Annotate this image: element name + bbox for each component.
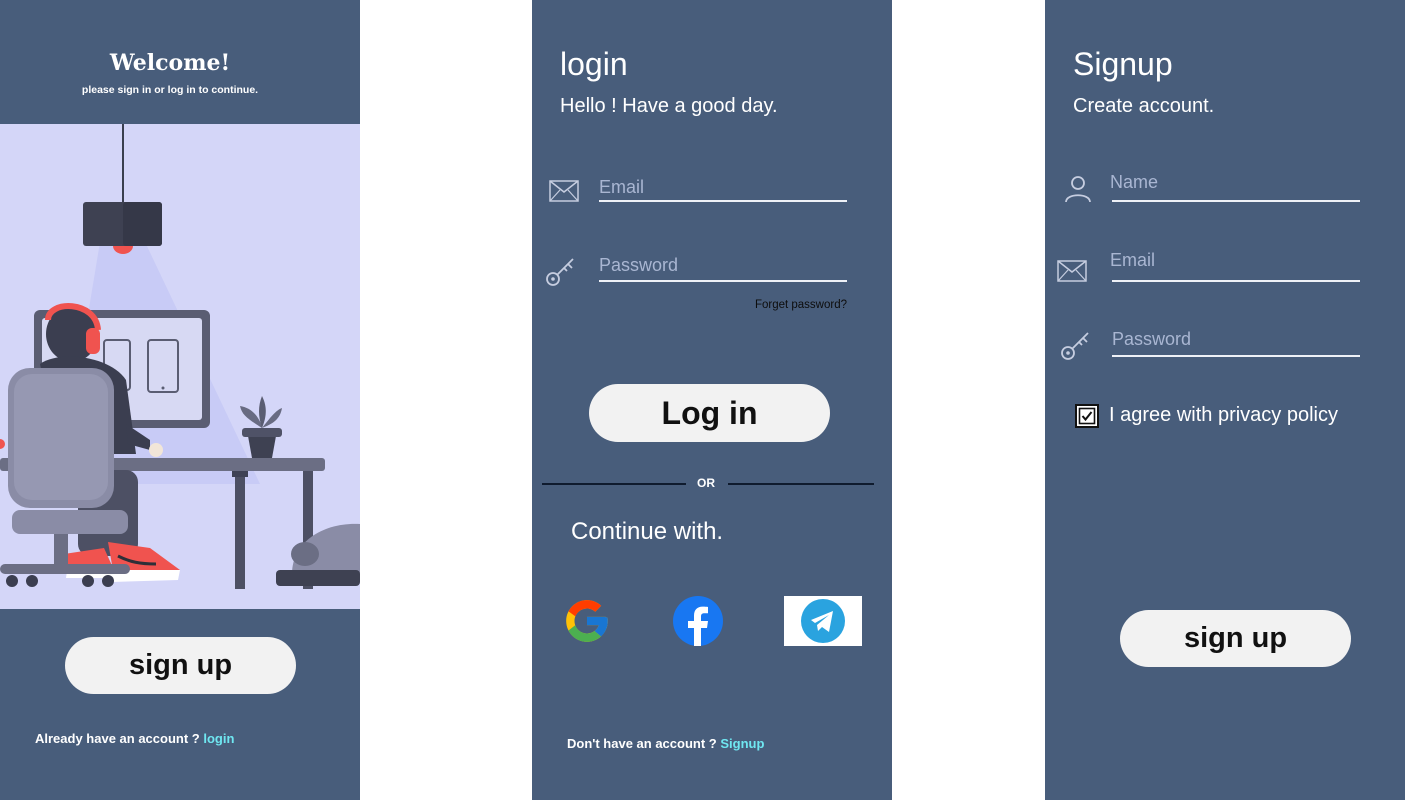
password-field[interactable]: Password [599,255,678,276]
signup-button[interactable]: sign up [65,637,296,694]
signup-link[interactable]: Signup [720,736,764,751]
login-prompt: Already have an account ? login [35,731,234,746]
signup-button[interactable]: sign up [1120,610,1351,667]
privacy-label: I agree with privacy policy [1109,404,1338,426]
email-underline [599,200,847,202]
forgot-password-link[interactable]: Forget password? [755,299,847,311]
google-icon[interactable] [562,596,612,646]
welcome-subtitle: please sign in or log in to continue. [81,84,259,96]
page-title: Signup [1073,46,1173,82]
signup-prompt: Don't have an account ? Signup [567,736,764,751]
key-icon [546,258,574,286]
signup-prompt-text: Don't have an account ? [567,736,717,751]
password-field[interactable]: Password [1112,329,1191,350]
name-field[interactable]: Name [1110,172,1158,193]
email-field[interactable]: Email [599,177,644,198]
facebook-icon[interactable] [673,596,723,646]
workspace-illustration [0,124,360,609]
divider-left [542,483,686,485]
signup-screen: Signup Create account. Name Email Passwo… [1045,0,1405,800]
email-field[interactable]: Email [1110,250,1155,271]
welcome-screen: Welcome! please sign in or log in to con… [0,0,360,800]
email-underline [1112,280,1360,282]
page-title: login [560,46,628,82]
name-underline [1112,200,1360,202]
login-link[interactable]: login [203,731,234,746]
mail-icon [1057,260,1087,282]
password-underline [1112,355,1360,357]
welcome-title: Welcome! [109,50,231,76]
mail-icon [549,180,579,202]
divider-right [728,483,874,485]
page-subtitle: Create account. [1073,95,1215,117]
privacy-checkbox[interactable] [1075,404,1099,428]
login-screen: login Hello ! Have a good day. Email Pas… [532,0,892,800]
telegram-icon[interactable] [784,596,862,646]
password-underline [599,280,847,282]
user-icon [1065,176,1091,203]
or-label: OR [697,476,715,490]
continue-with-label: Continue with. [571,518,724,545]
key-icon [1061,332,1089,360]
page-subtitle: Hello ! Have a good day. [560,95,778,117]
login-button[interactable]: Log in [589,384,830,442]
login-prompt-text: Already have an account ? [35,731,200,746]
